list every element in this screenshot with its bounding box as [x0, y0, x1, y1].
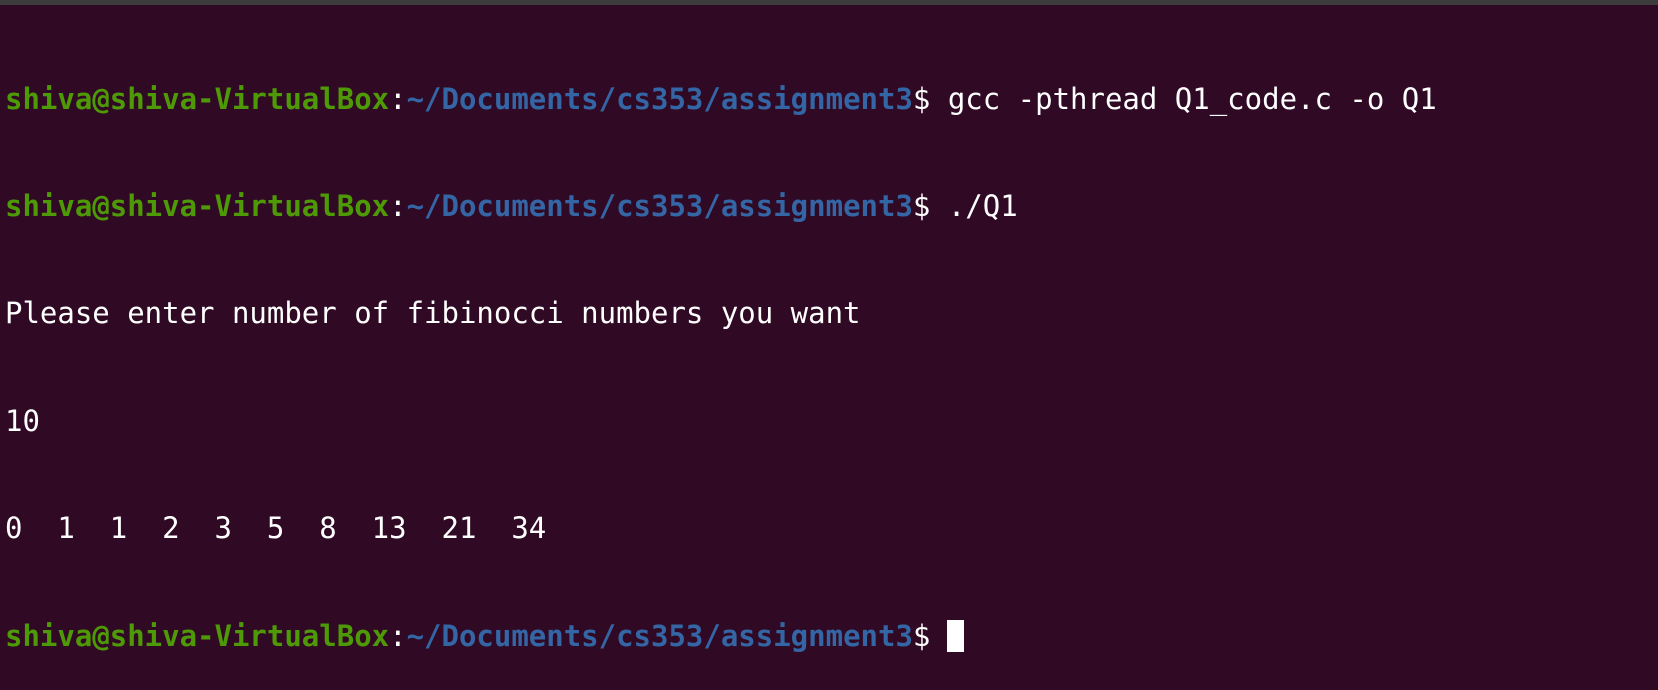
- prompt-separator: :: [389, 618, 407, 653]
- terminal-line-command-2: shiva@shiva-VirtualBox:~/Documents/cs353…: [5, 189, 1653, 225]
- prompt-symbol: $: [912, 618, 931, 653]
- prompt-user-host: shiva@shiva-VirtualBox: [5, 81, 390, 116]
- terminal-output[interactable]: shiva@shiva-VirtualBox:~/Documents/cs353…: [5, 10, 1653, 653]
- terminal-line-output-prompt: Please enter number of fibinocci numbers…: [5, 296, 861, 331]
- terminal-line-active-prompt[interactable]: shiva@shiva-VirtualBox:~/Documents/cs353…: [5, 619, 1653, 655]
- command-text: ./Q1: [930, 188, 1018, 223]
- prompt-path: ~/Documents/cs353/assignment3: [406, 81, 913, 116]
- window-top-border: [0, 0, 1658, 5]
- command-text: gcc -pthread Q1_code.c -o Q1: [930, 81, 1437, 116]
- terminal-line-user-input: 10: [5, 403, 40, 438]
- prompt-separator: :: [389, 188, 407, 223]
- prompt-path: ~/Documents/cs353/assignment3: [406, 188, 913, 223]
- prompt-path: ~/Documents/cs353/assignment3: [406, 618, 913, 653]
- prompt-user-host: shiva@shiva-VirtualBox: [5, 188, 390, 223]
- prompt-user-host: shiva@shiva-VirtualBox: [5, 618, 390, 653]
- terminal-line-fibonacci-output: 0 1 1 2 3 5 8 13 21 34: [5, 511, 547, 546]
- text-cursor: [947, 619, 965, 652]
- prompt-symbol: $: [912, 188, 931, 223]
- prompt-separator: :: [389, 81, 407, 116]
- terminal-line-command-1: shiva@shiva-VirtualBox:~/Documents/cs353…: [5, 82, 1653, 118]
- prompt-symbol: $: [912, 81, 931, 116]
